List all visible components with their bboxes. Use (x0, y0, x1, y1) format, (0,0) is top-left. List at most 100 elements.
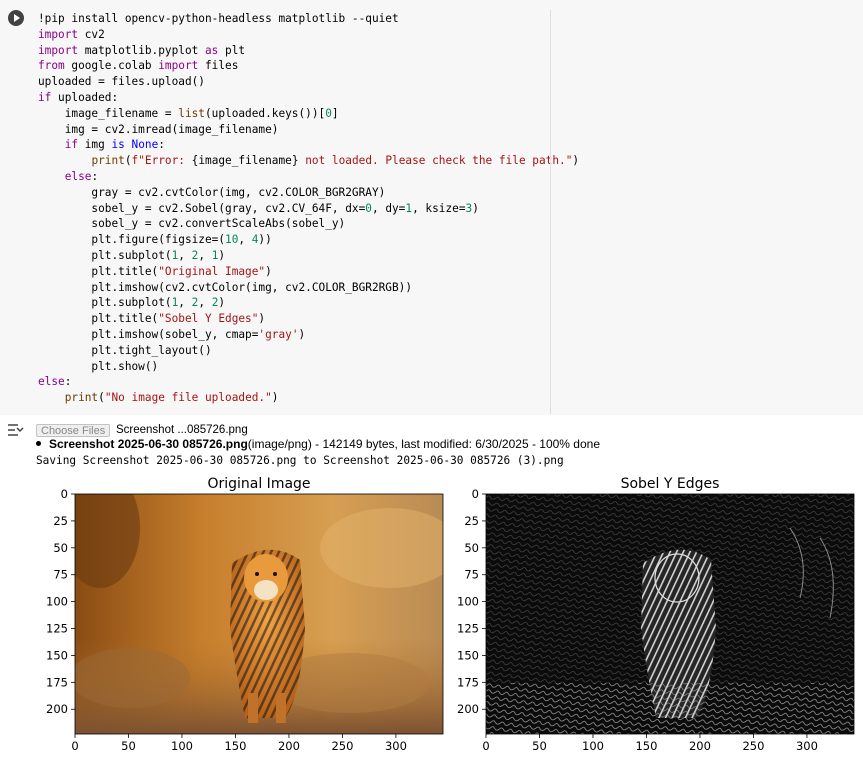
code-line: gray = cv2.cvtColor(img, cv2.COLOR_BGR2G… (38, 185, 579, 201)
code-token: , (198, 248, 212, 262)
code-token: plt.figure(figsize=( (38, 233, 226, 247)
code-token: import (158, 59, 199, 73)
x-tick-label: 0 (71, 739, 78, 753)
code-token: 'gray' (258, 327, 299, 341)
code-token: plt.subplot( (38, 296, 172, 310)
code-token: )) (258, 233, 272, 247)
code-token: , (178, 296, 192, 310)
code-token: plt.title( (38, 264, 159, 278)
code-token: img = cv2.imread(image_filename) (38, 122, 279, 136)
code-editor[interactable]: !pip install opencv-python-headless matp… (38, 11, 579, 406)
code-token: plt.tight_layout() (38, 343, 212, 357)
code-token: : (91, 169, 99, 183)
code-token: "Original Image" (158, 264, 266, 278)
code-token: 0 (325, 106, 332, 120)
original-image (75, 494, 443, 734)
x-tick-label: 150 (635, 739, 657, 753)
code-token: , ksize= (412, 201, 466, 215)
x-tick-label: 300 (796, 739, 818, 753)
code-line: plt.tight_layout() (38, 343, 579, 359)
y-tick-label: 150 (46, 648, 68, 662)
code-line: from google.colab import files (38, 58, 579, 74)
y-tick-label: 100 (457, 595, 479, 609)
code-token: !pip install opencv-python-headless matp… (38, 12, 399, 25)
ruler-line (550, 10, 551, 414)
x-tick-label: 250 (331, 739, 353, 753)
y-tick-label: 75 (53, 568, 68, 582)
code-token: ) (271, 391, 279, 405)
code-line: plt.imshow(sobel_y, cmap='gray') (38, 327, 579, 343)
code-token: if (64, 138, 79, 152)
code-token: , (198, 296, 212, 310)
code-token: "No image file uploaded." (104, 391, 272, 405)
code-token: ) (218, 248, 226, 262)
code-token: : (158, 138, 165, 152)
code-line: else: (38, 374, 579, 390)
x-tick-label: 150 (224, 739, 246, 753)
y-tick-label: 175 (457, 675, 479, 689)
code-token: plt.subplot( (38, 248, 172, 262)
x-tick-label: 0 (482, 739, 489, 753)
code-token: ] (331, 106, 339, 120)
code-token: uploaded: (51, 90, 119, 104)
code-token: ) (298, 327, 306, 341)
code-line: plt.subplot(1, 2, 2) (38, 295, 579, 311)
y-tick-label: 175 (46, 675, 68, 689)
code-token: image_filename = (38, 106, 179, 120)
code-token: img (78, 138, 112, 152)
run-cell-button[interactable] (8, 10, 24, 26)
y-tick-label: 75 (464, 568, 479, 582)
code-token: list (178, 106, 205, 120)
y-tick-label: 125 (457, 622, 479, 636)
code-token: gray = cv2.cvtColor(img, cv2.COLOR_BGR2G… (38, 185, 386, 199)
code-line: if uploaded: (38, 90, 579, 106)
code-line: img = cv2.imread(image_filename) (38, 122, 579, 138)
upload-status-item: Screenshot 2025-06-30 085726.png(image/p… (36, 437, 600, 452)
code-line: print("No image file uploaded.") (38, 390, 579, 406)
code-token: , (238, 233, 252, 247)
output-toggle-icon[interactable] (6, 421, 24, 439)
code-cell[interactable]: !pip install opencv-python-headless matp… (0, 0, 863, 415)
code-token: ) (218, 296, 226, 310)
matplotlib-figure: Original Image0 50 100 150 200 250 30002550751… (46, 476, 855, 753)
code-token: google.colab (64, 59, 159, 73)
upload-file-name: Screenshot 2025-06-30 085726.png (49, 437, 248, 451)
code-token: plt.title( (38, 312, 159, 326)
x-tick-label: 100 (582, 739, 604, 753)
code-token: cv2 (78, 27, 105, 41)
code-line: image_filename = list(uploaded.keys())[0… (38, 106, 579, 122)
choose-files-button[interactable]: Choose Files (36, 424, 111, 437)
y-tick-label: 50 (464, 541, 479, 555)
code-line: else: (38, 169, 579, 185)
code-line: plt.show() (38, 359, 579, 375)
code-line: import cv2 (38, 27, 579, 43)
code-line: plt.title("Original Image") (38, 264, 579, 280)
x-tick-label: 200 (689, 739, 711, 753)
code-token: 0 (365, 201, 372, 215)
code-line: plt.figure(figsize=(10, 4)) (38, 232, 579, 248)
y-tick-label: 25 (53, 514, 68, 528)
code-token: files (198, 59, 239, 73)
code-token: f"Error: (131, 154, 192, 168)
code-line: sobel_y = cv2.convertScaleAbs(sobel_y) (38, 216, 579, 232)
code-token: sobel_y = cv2.Sobel(gray, cv2.CV_64F, dx… (38, 201, 366, 215)
x-tick-label: 300 (385, 739, 407, 753)
code-token: 10 (225, 233, 239, 247)
code-token: matplotlib.pyplot (78, 43, 205, 57)
code-line: plt.subplot(1, 2, 1) (38, 248, 579, 264)
code-token: is (111, 138, 125, 152)
code-token: , (178, 248, 192, 262)
y-tick-label: 0 (61, 487, 68, 501)
y-tick-label: 25 (464, 514, 479, 528)
code-token: plt.imshow(sobel_y, cmap= (38, 327, 259, 341)
chart-title: Original Image (207, 476, 310, 492)
y-tick-label: 150 (457, 648, 479, 662)
code-token: : (64, 375, 72, 389)
code-line: print(f"Error: {image_filename} not load… (38, 153, 579, 169)
code-token: plt (218, 43, 246, 57)
code-token: uploaded = files.upload() (38, 75, 205, 89)
x-tick-label: 50 (532, 739, 547, 753)
code-line: if img is None: (38, 137, 579, 153)
